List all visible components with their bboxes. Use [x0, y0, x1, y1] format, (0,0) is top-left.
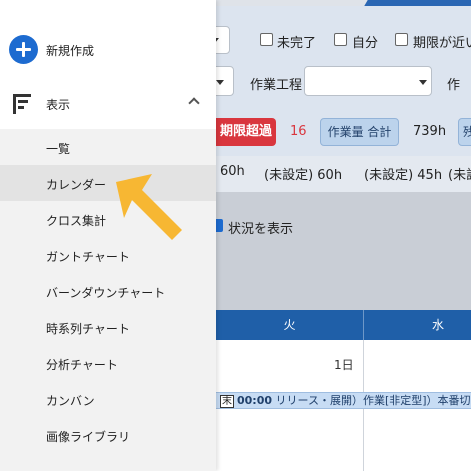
mine-label: 自分 — [352, 36, 379, 51]
mine-checkbox[interactable] — [334, 33, 347, 46]
process-label: 作業工程 — [250, 78, 303, 93]
overdue-count: 16 — [290, 124, 307, 139]
remaining-badge[interactable]: 残 — [458, 118, 471, 146]
chevron-down-icon — [216, 80, 224, 85]
hours-value: (未設 — [448, 168, 471, 183]
overdue-badge[interactable]: 期限超過 — [216, 118, 276, 146]
event-tag: 末 — [220, 395, 234, 408]
calendar-body: 1日 末 00:00 リリース・展開）作業[非定型]）本番切り替 — [216, 340, 471, 471]
workload-total-value: 739h — [413, 124, 447, 139]
options-area: 状況を表示 — [210, 192, 471, 310]
submenu-item-label: 時系列チャート — [46, 322, 130, 336]
hours-value: 60h — [220, 164, 245, 179]
workload-total-badge[interactable]: 作業量 合計 — [320, 118, 399, 146]
submenu-item-label: バーンダウンチャート — [46, 286, 166, 300]
calendar-day-wednesday: 水 — [431, 318, 444, 332]
calendar-header: 火 水 — [216, 310, 471, 340]
submenu-item-label: カレンダー — [46, 178, 107, 192]
pointer-arrow-icon — [116, 174, 182, 240]
submenu-item-label: カンバン — [46, 394, 95, 408]
submenu-item-list[interactable]: 一覧 — [0, 129, 216, 165]
sidebar-item-new[interactable]: 新規作成 — [0, 28, 216, 72]
hours-value: (未設定) 60h — [264, 168, 343, 183]
submenu-item-label: 分析チャート — [46, 358, 118, 372]
cut-filter-label: 作 — [447, 78, 461, 93]
incomplete-label: 未完了 — [277, 36, 317, 51]
submenu-item-image-library[interactable]: 画像ライブラリ — [0, 417, 216, 453]
calendar-event[interactable]: 末 00:00 リリース・展開）作業[非定型]）本番切り替 — [216, 392, 471, 409]
submenu-item-kanban[interactable]: カンバン — [0, 381, 216, 417]
event-title: リリース・展開）作業[非定型]）本番切り替 — [275, 394, 471, 407]
near-deadline-label: 期限が近い — [413, 36, 471, 51]
list-icon — [13, 94, 33, 114]
near-deadline-checkbox[interactable] — [395, 33, 408, 46]
hours-row: 60h (未設定) 60h (未設定) 45h (未設 — [216, 156, 471, 192]
submenu-item-label: 画像ライブラリ — [46, 430, 131, 444]
sidebar-item-label: 表示 — [46, 98, 71, 112]
hours-value: (未設定) 45h — [364, 168, 443, 183]
submenu-item-label: ガントチャート — [46, 250, 130, 264]
sidebar-item-view[interactable]: 表示 — [0, 82, 216, 126]
event-time: 00:00 — [237, 394, 273, 407]
incomplete-checkbox[interactable] — [260, 33, 273, 46]
submenu-item-label: クロス集計 — [46, 214, 107, 228]
submenu-item-burndown[interactable]: バーンダウンチャート — [0, 273, 216, 309]
submenu-item-analysis[interactable]: 分析チャート — [0, 345, 216, 381]
calendar-day-tuesday: 火 — [283, 318, 296, 332]
calendar-date[interactable]: 1日 — [334, 356, 354, 373]
chevron-down-icon — [419, 80, 427, 85]
submenu-item-timeseries[interactable]: 時系列チャート — [0, 309, 216, 345]
sidebar-item-label: 新規作成 — [46, 44, 95, 58]
submenu-item-label: 一覧 — [46, 142, 71, 156]
show-status-label: 状況を表示 — [228, 222, 294, 237]
chevron-up-icon[interactable] — [188, 97, 200, 109]
process-select[interactable] — [304, 66, 432, 96]
plus-circle-icon — [9, 35, 38, 64]
